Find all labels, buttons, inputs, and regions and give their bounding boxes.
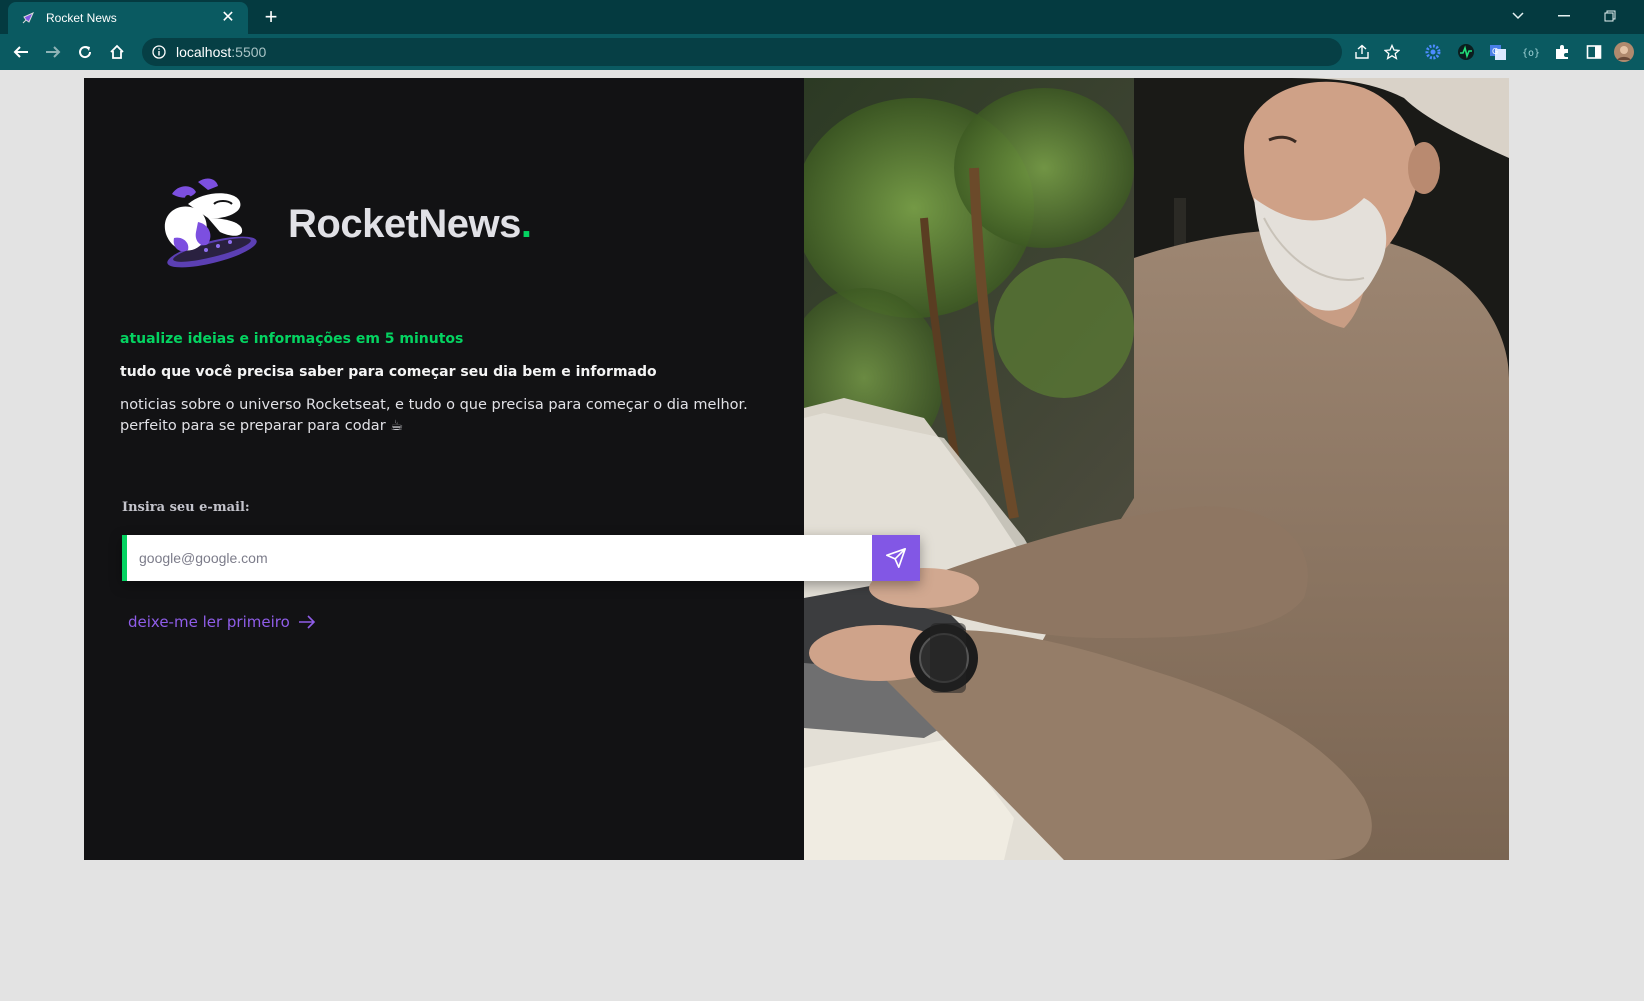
rocket-rider-illustration <box>148 174 268 284</box>
signup-panel: RocketNews. atualize ideias e informaçõe… <box>84 78 920 860</box>
bookmark-star-icon[interactable] <box>1382 42 1402 62</box>
extension-pulse-icon[interactable] <box>1456 42 1476 62</box>
subtitle: tudo que você precisa saber para começar… <box>120 364 657 380</box>
description-line-1: noticias sobre o universo Rocketseat, e … <box>120 397 748 413</box>
newsletter-page: RocketNews. atualize ideias e informaçõe… <box>84 78 1509 860</box>
site-info-icon[interactable] <box>152 45 166 59</box>
tab-search-chevron-icon[interactable] <box>1508 6 1528 26</box>
arrow-right-icon <box>298 615 316 629</box>
man-typing-on-laptop-photo <box>804 78 1509 860</box>
url-host: localhost <box>176 44 232 60</box>
brand-logo-text: RocketNews. <box>288 202 532 247</box>
read-first-label: deixe-me ler primeiro <box>128 613 290 631</box>
reload-icon[interactable] <box>74 41 96 63</box>
browser-tab-strip: Rocket News ✕ + <box>0 0 1644 34</box>
extensions-puzzle-icon[interactable] <box>1552 42 1572 62</box>
translate-icon[interactable]: G <box>1488 42 1508 62</box>
address-bar[interactable]: localhost:5500 <box>142 38 1400 66</box>
home-icon[interactable] <box>106 41 128 63</box>
rocket-favicon-icon <box>20 10 36 26</box>
tab-close-icon[interactable]: ✕ <box>220 10 236 26</box>
restore-icon[interactable] <box>1600 6 1620 26</box>
minimize-icon[interactable] <box>1554 6 1574 26</box>
tab-title: Rocket News <box>46 11 117 25</box>
description: noticias sobre o universo Rocketseat, e … <box>120 395 780 437</box>
browser-toolbar: localhost:5500 G {o} <box>0 34 1644 70</box>
email-form <box>122 535 920 581</box>
share-icon[interactable] <box>1352 42 1372 62</box>
new-tab-button[interactable]: + <box>260 6 282 28</box>
email-input[interactable] <box>127 535 872 581</box>
profile-avatar[interactable] <box>1614 42 1634 62</box>
url-port: :5500 <box>231 44 267 60</box>
forward-arrow-icon[interactable] <box>42 41 64 63</box>
extension-gear-blue-icon[interactable] <box>1423 42 1443 62</box>
svg-text:G: G <box>1492 47 1498 56</box>
send-button[interactable] <box>872 535 920 581</box>
hero-photo <box>804 78 1509 860</box>
side-panel-icon[interactable] <box>1584 42 1604 62</box>
browser-tab[interactable]: Rocket News ✕ <box>8 2 248 34</box>
brand-dot: . <box>520 202 532 246</box>
extension-brackets-icon[interactable]: {o} <box>1520 42 1540 62</box>
description-line-2: perfeito para se preparar para codar ☕ <box>120 418 404 434</box>
brand-name: RocketNews <box>288 202 521 246</box>
email-label: Insira seu e-mail: <box>122 500 250 515</box>
paper-plane-icon <box>885 547 907 569</box>
tagline: atualize ideias e informações em 5 minut… <box>120 331 464 347</box>
svg-text:{o}: {o} <box>1522 48 1539 59</box>
read-first-link[interactable]: deixe-me ler primeiro <box>128 613 316 631</box>
back-arrow-icon[interactable] <box>10 41 32 63</box>
